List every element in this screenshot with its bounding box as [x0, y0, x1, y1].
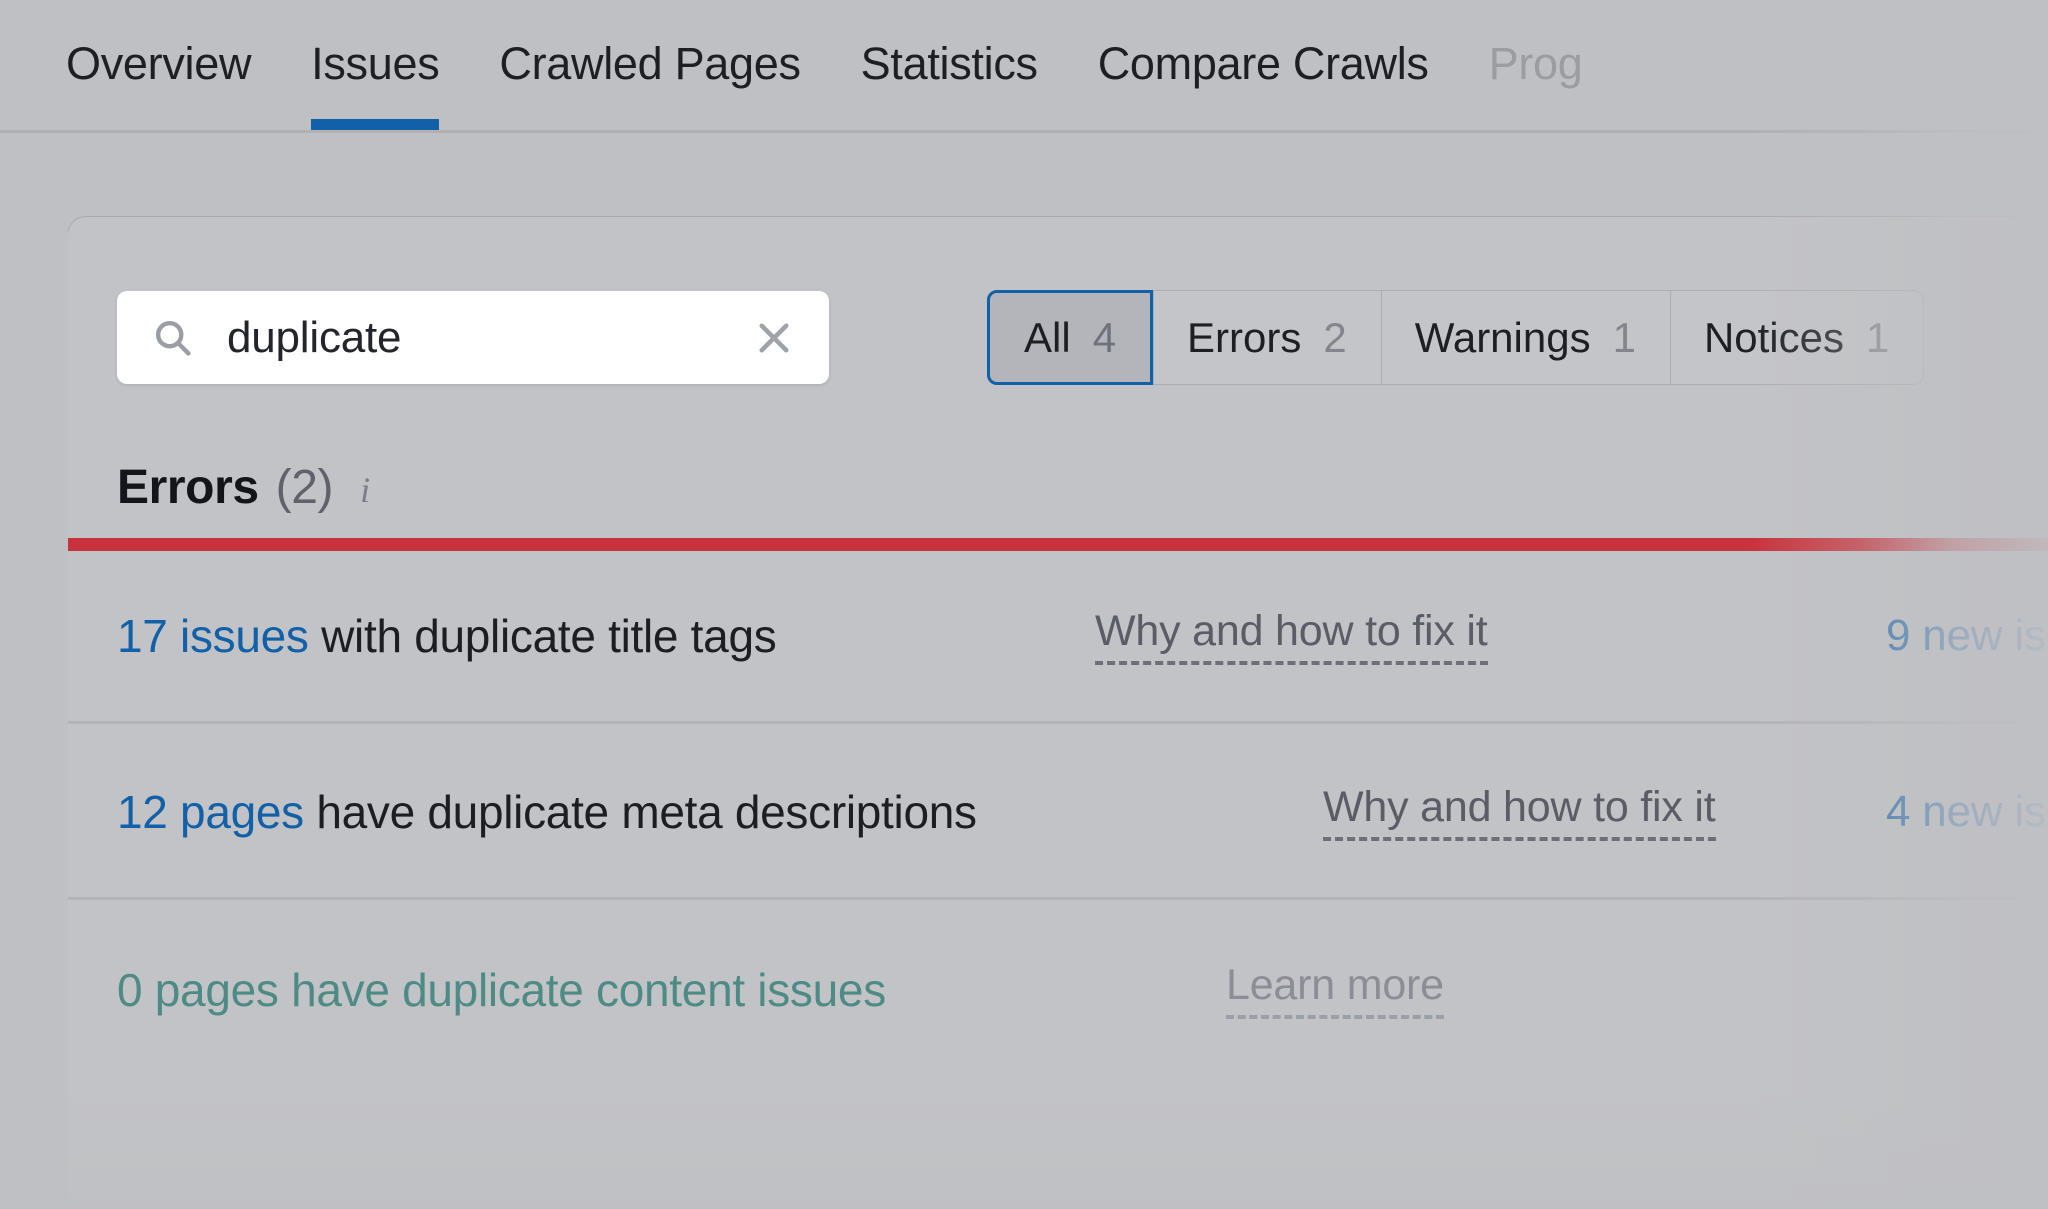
tab-statistics-label: Statistics — [861, 38, 1038, 89]
issue-count-link[interactable]: 12 pages — [117, 786, 304, 838]
filter-errors-label: Errors — [1187, 317, 1301, 359]
close-icon[interactable] — [753, 317, 795, 359]
issues-toolbar: duplicate All 4 Errors 2 — [68, 217, 2048, 397]
tab-compare-crawls-label: Compare Crawls — [1098, 38, 1429, 89]
filter-all-label: All — [1024, 317, 1071, 359]
tab-overview-label: Overview — [66, 38, 251, 89]
tab-compare-crawls[interactable]: Compare Crawls — [1068, 41, 1459, 130]
tab-crawled-pages[interactable]: Crawled Pages — [469, 41, 830, 130]
search-input[interactable]: duplicate — [117, 291, 829, 384]
issues-card: duplicate All 4 Errors 2 — [68, 217, 2048, 1209]
issue-description: have duplicate content issues — [279, 964, 886, 1016]
filter-all-count: 4 — [1093, 317, 1116, 359]
errors-section-title: Errors — [117, 462, 259, 514]
severity-filter-group: All 4 Errors 2 Warnings 1 Notices 1 — [988, 291, 1923, 384]
issue-count-link[interactable]: 17 issues — [117, 610, 309, 662]
why-and-how-to-fix-it-link[interactable]: Why and how to fix it — [1323, 783, 1716, 841]
issue-row-label: 12 pages have duplicate meta description… — [117, 786, 977, 838]
filter-warnings-count: 1 — [1613, 317, 1636, 359]
tab-list: Overview Issues Crawled Pages Statistics… — [66, 41, 1612, 130]
errors-severity-bar — [68, 538, 2048, 551]
issue-row-label: 17 issues with duplicate title tags — [117, 610, 776, 662]
issue-row[interactable]: 17 issues with duplicate title tags Why … — [68, 551, 2048, 724]
errors-section-count: (2) — [276, 462, 333, 514]
tab-crawled-pages-label: Crawled Pages — [499, 38, 800, 89]
issue-row-resolved[interactable]: 0 pages have duplicate content issues Le… — [68, 903, 2048, 1076]
issue-row[interactable]: 12 pages have duplicate meta description… — [68, 727, 2048, 900]
learn-more-link[interactable]: Learn more — [1226, 961, 1444, 1019]
filter-notices[interactable]: Notices 1 — [1670, 291, 1923, 384]
issue-row-label: 0 pages have duplicate content issues — [117, 964, 886, 1016]
errors-section-heading: Errors (2) i — [117, 462, 370, 514]
filter-all[interactable]: All 4 — [987, 290, 1153, 385]
site-audit-issues-page: Overview Issues Crawled Pages Statistics… — [0, 0, 2048, 1209]
filter-notices-count: 1 — [1866, 317, 1889, 359]
filter-errors[interactable]: Errors 2 — [1153, 291, 1381, 384]
info-icon[interactable]: i — [360, 472, 370, 508]
search-icon — [151, 316, 195, 360]
tab-issues-label: Issues — [311, 38, 439, 89]
filter-errors-count: 2 — [1323, 317, 1346, 359]
tab-statistics[interactable]: Statistics — [831, 41, 1068, 130]
tab-overview[interactable]: Overview — [66, 41, 281, 130]
search-input-value: duplicate — [227, 313, 401, 363]
filter-warnings[interactable]: Warnings 1 — [1381, 291, 1670, 384]
issue-description: with duplicate title tags — [309, 610, 777, 662]
tab-progress-label: Prog — [1489, 38, 1583, 89]
tab-progress[interactable]: Prog — [1459, 41, 1613, 130]
why-and-how-to-fix-it-link[interactable]: Why and how to fix it — [1095, 607, 1488, 665]
filter-warnings-label: Warnings — [1415, 317, 1591, 359]
page-left-gutter — [0, 133, 68, 1209]
new-issues-count[interactable]: 9 new iss — [1886, 611, 2048, 661]
filter-notices-label: Notices — [1704, 317, 1844, 359]
issue-description: have duplicate meta descriptions — [304, 786, 977, 838]
main-tab-bar: Overview Issues Crawled Pages Statistics… — [0, 0, 2048, 133]
tab-issues[interactable]: Issues — [281, 41, 469, 130]
new-issues-count[interactable]: 4 new iss — [1886, 787, 2048, 837]
issue-count-link: 0 pages — [117, 964, 279, 1016]
